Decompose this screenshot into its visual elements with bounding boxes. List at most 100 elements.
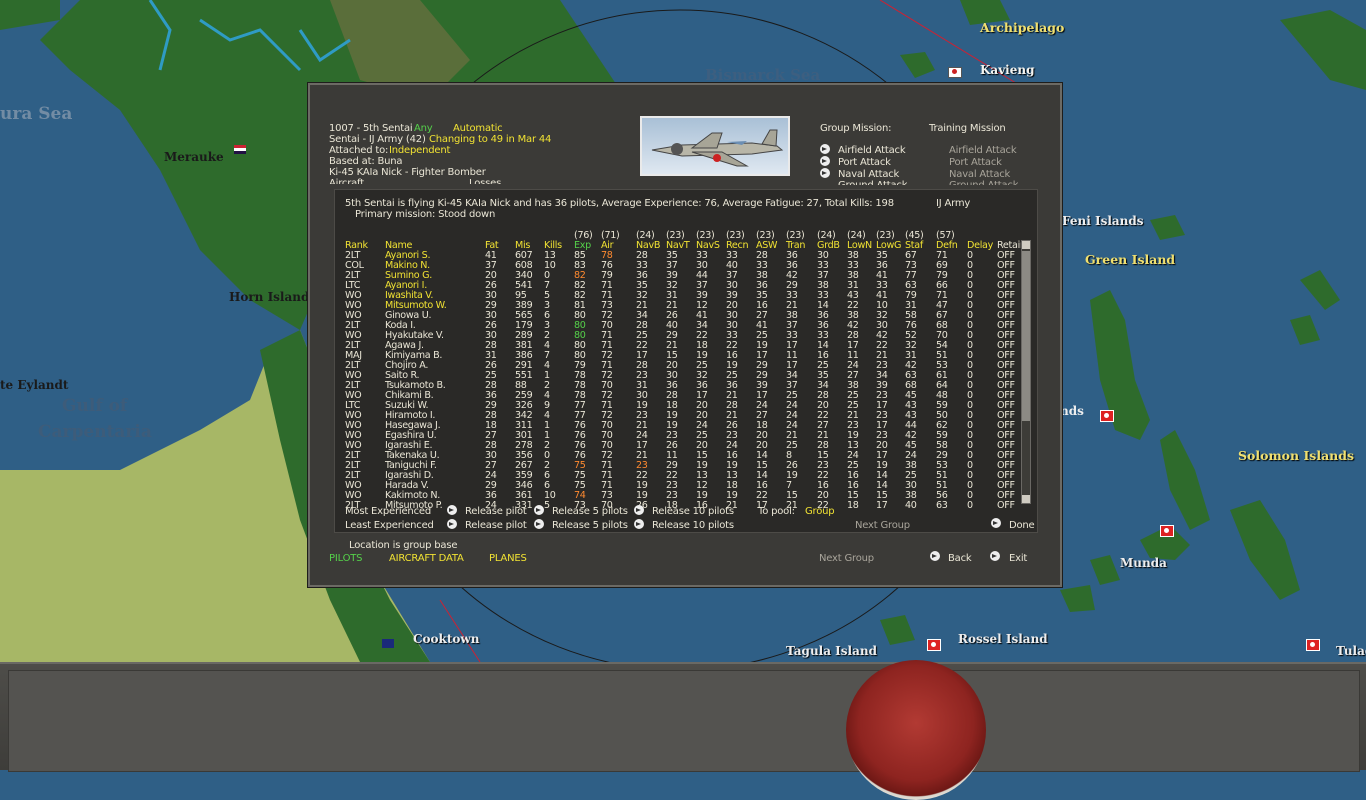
table-row[interactable]: 2LT Tsukamoto B. 28 88 2 78 70 31 36 36 36 39 37 34 38… [345,381,1027,391]
roster-scrollbar[interactable] [1021,240,1031,504]
training-option[interactable]: Ground Attack [949,180,1018,185]
scroll-down-icon[interactable] [1022,495,1030,503]
netherlands-flag-icon [234,145,246,154]
australia-flag-icon [382,639,394,648]
release-5-least-button[interactable]: Release 5 pilots [552,520,628,531]
table-cell: 0 [967,500,973,511]
table-row[interactable]: 2LT Koda I. 26 179 3 80 70 28 40 34 30 41 37 36 42 30 76… [345,321,1027,331]
arrow-icon[interactable] [634,519,644,529]
aircraft-cut-label: Aircraft [329,178,364,184]
release-10-most-button[interactable]: Release 10 pilots [652,506,734,517]
table-row[interactable]: 2LT Igarashi D. 24 359 6 75 71 22 22 13 13 14 19 22 16… [345,471,1027,481]
table-row[interactable]: 2LT Chojiro A. 26 291 4 79 71 28 20 25 19 29 17 25 24 2… [345,361,1027,371]
group-automatic-setting[interactable]: Automatic [453,123,503,134]
group-mission-label: Group Mission: [820,123,892,134]
mission-option[interactable]: Ground Attack [838,180,907,185]
table-row[interactable]: MAJ Kimiyama B. 31 386 7 80 72 17 15 19 16 17 11 16 11… [345,351,1027,361]
map-label-carpentaria: Carpentaria [38,422,152,442]
map-label-horn-island[interactable]: Horn Island [229,290,309,304]
table-row[interactable]: WO Igarashi E. 28 278 2 76 70 17 26 20 24 20 25 28 13 2… [345,441,1027,451]
table-row[interactable]: 2LT Sumino G. 20 340 0 82 79 36 39 44 37 38 42 37 38 41… [345,271,1027,281]
table-row[interactable]: 2LT Taniguchi F. 27 267 2 75 71 23 29 19 19 15 26 23 2… [345,461,1027,471]
release-pilot-least-button[interactable]: Release pilot [465,520,527,531]
tab-aircraft-data[interactable]: AIRCRAFT DATA [389,553,464,564]
map-label-gulf-of: Gulf of [62,396,128,416]
map-label-bismarck-sea: Bismarck Sea [705,66,821,84]
training-option[interactable]: Airfield Attack [949,145,1017,156]
table-row[interactable]: WO Hiramoto I. 28 342 4 77 72 23 19 20 21 27 24 22 21 2… [345,411,1027,421]
arrow-icon[interactable] [447,519,457,529]
map-label-merauke[interactable]: Merauke [164,150,224,164]
mission-option[interactable]: Port Attack [838,157,891,168]
map-label-archipelago: Archipelago [980,20,1065,35]
scroll-up-icon[interactable] [1022,241,1030,249]
training-option[interactable]: Port Attack [949,157,1002,168]
training-option[interactable]: Naval Attack [949,169,1010,180]
table-row[interactable]: LTC Ayanori I. 26 541 7 82 71 35 32 37 30 36 29 38 31 3… [345,281,1027,291]
release-5-most-button[interactable]: Release 5 pilots [552,506,628,517]
arrow-icon[interactable] [820,156,830,166]
table-row[interactable]: WO Egashira U. 27 301 1 76 70 24 23 25 23 20 21 21 19 2… [345,431,1027,441]
map-label-cooktown[interactable]: Cooktown [413,632,479,646]
to-pool-label: To pool: [758,506,795,517]
table-row[interactable]: WO Mitsumoto W. 29 389 3 81 73 21 21 12 20 16 21 14 22… [345,301,1027,311]
table-row[interactable]: LTC Suzuki W. 29 326 9 77 71 19 18 20 28 24 24 20 25 17… [345,401,1027,411]
table-cell: 40 [905,500,917,511]
pilot-table: (76) (71) (24) (23) (23) (23) (23) (23) … [345,231,1027,511]
tab-planes[interactable]: PLANES [489,553,527,564]
arrow-icon[interactable] [534,519,544,529]
exit-button[interactable]: Exit [1009,553,1027,564]
group-any-setting[interactable]: Any [414,123,433,134]
end-turn-button[interactable] [846,660,986,800]
map-label-tulag: Tulag [1336,644,1366,658]
table-row[interactable]: WO Harada V. 29 346 6 75 71 19 23 12 18 16 7 16 16 14 30… [345,481,1027,491]
arrow-icon[interactable] [820,168,830,178]
done-button[interactable]: Done [1009,520,1035,531]
table-cell: 17 [876,500,888,511]
base-marker-icon[interactable] [1306,639,1320,651]
arrow-icon[interactable] [447,505,457,515]
release-10-least-button[interactable]: Release 10 pilots [652,520,734,531]
base-marker-icon[interactable] [1100,410,1114,422]
map-label-arafura-sea: ura Sea [0,104,73,124]
table-row[interactable]: WO Hasegawa J. 18 311 1 76 70 21 19 24 26 18 24 27 23 1… [345,421,1027,431]
pool-group-toggle[interactable]: Group [805,506,835,517]
table-row[interactable]: WO Ginowa U. 30 565 6 80 72 34 26 41 30 27 38 36 38 32 5… [345,311,1027,321]
table-row[interactable]: WO Kakimoto N. 36 361 10 74 73 19 23 19 19 22 15 20 15… [345,491,1027,501]
map-label-munda[interactable]: Munda [1120,556,1167,570]
most-experienced-label: Most Experienced [345,506,431,517]
mission-option[interactable]: Naval Attack [838,169,899,180]
map-label-feni-islands: Feni Islands [1062,214,1144,228]
roster-next-group-button[interactable]: Next Group [855,520,910,531]
table-row[interactable]: 2LT Ayanori S. 41 607 13 85 78 28 35 33 33 28 36 30 38… [345,251,1027,261]
losses-cut-label: Losses [469,178,502,184]
tab-pilots[interactable]: PILOTS [329,553,363,564]
base-marker-icon[interactable] [927,639,941,651]
table-row[interactable]: WO Iwashita V. 30 95 5 82 71 32 31 39 39 35 33 33 43 41… [345,291,1027,301]
arrow-icon[interactable] [990,551,1000,561]
attached-to-value[interactable]: Independent [389,145,450,156]
arrow-icon[interactable] [930,551,940,561]
table-row[interactable]: 2LT Takenaka U. 30 356 0 76 72 21 11 15 16 14 8 15 24 1… [345,451,1027,461]
map-label-green-island: Green Island [1085,252,1176,267]
group-changing-note[interactable]: Changing to 49 in Mar 44 [429,134,551,145]
table-row[interactable]: WO Saito R. 25 551 1 78 72 23 30 32 25 29 34 35 27 34 63… [345,371,1027,381]
table-row[interactable]: 2LT Agawa J. 28 381 4 80 71 22 21 18 22 19 17 14 17 22 3… [345,341,1027,351]
next-group-button[interactable]: Next Group [819,553,874,564]
attached-to-label: Attached to: [329,145,389,156]
arrow-icon[interactable] [991,518,1001,528]
primary-mission: Primary mission: Stood down [355,209,496,220]
arrow-icon[interactable] [634,505,644,515]
table-row[interactable]: COL Makino N. 37 608 10 83 76 33 37 30 40 33 36 33 33 3… [345,261,1027,271]
release-pilot-most-button[interactable]: Release pilot [465,506,527,517]
arrow-icon[interactable] [534,505,544,515]
base-marker-icon[interactable] [1160,525,1174,537]
scroll-thumb[interactable] [1022,251,1030,421]
table-row[interactable]: WO Chikami B. 36 259 4 78 72 30 28 17 21 17 25 28 25 23… [345,391,1027,401]
map-label-te-eylandt: te Eylandt [0,378,69,392]
mission-option[interactable]: Airfield Attack [838,145,906,156]
back-button[interactable]: Back [948,553,972,564]
map-label-kavieng[interactable]: Kavieng [980,63,1035,77]
table-row[interactable]: WO Hyakutake V. 30 289 2 80 71 25 29 22 33 25 33 33 28… [345,331,1027,341]
arrow-icon[interactable] [820,144,830,154]
